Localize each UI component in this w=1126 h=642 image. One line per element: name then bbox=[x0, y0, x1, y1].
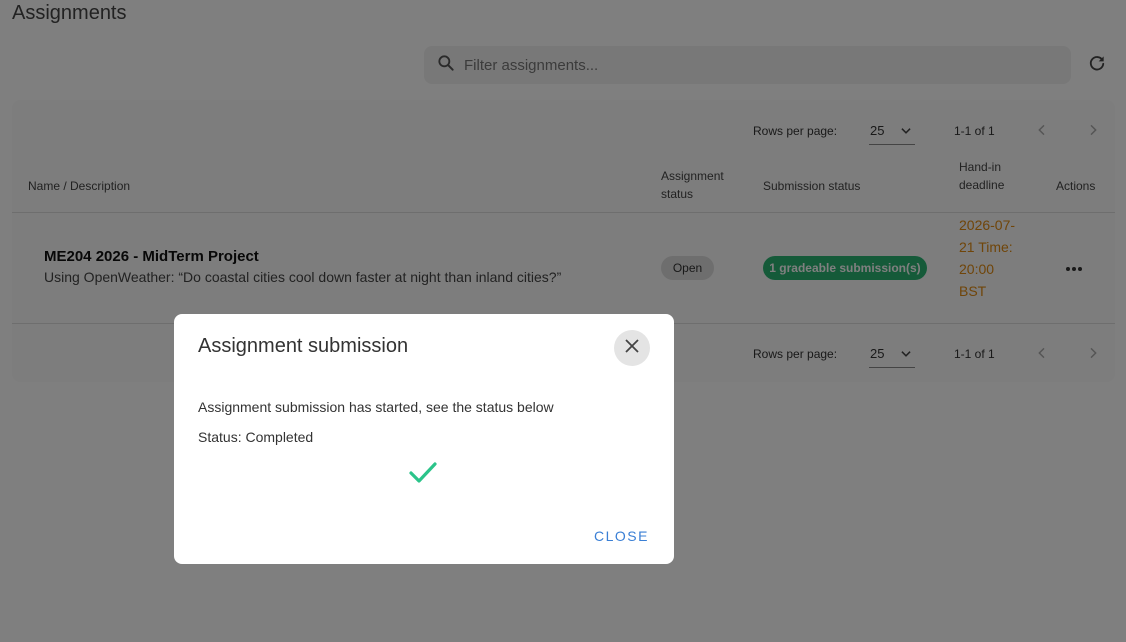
check-icon bbox=[408, 460, 438, 491]
dialog-status: Status: Completed bbox=[198, 429, 314, 445]
close-button[interactable]: CLOSE bbox=[594, 528, 649, 544]
close-icon bbox=[624, 338, 640, 359]
dialog-title: Assignment submission bbox=[198, 335, 409, 357]
assignment-submission-dialog: Assignment submission Assignment submiss… bbox=[174, 314, 674, 564]
dialog-message: Assignment submission has started, see t… bbox=[198, 399, 554, 415]
dialog-close-button[interactable] bbox=[614, 330, 650, 366]
